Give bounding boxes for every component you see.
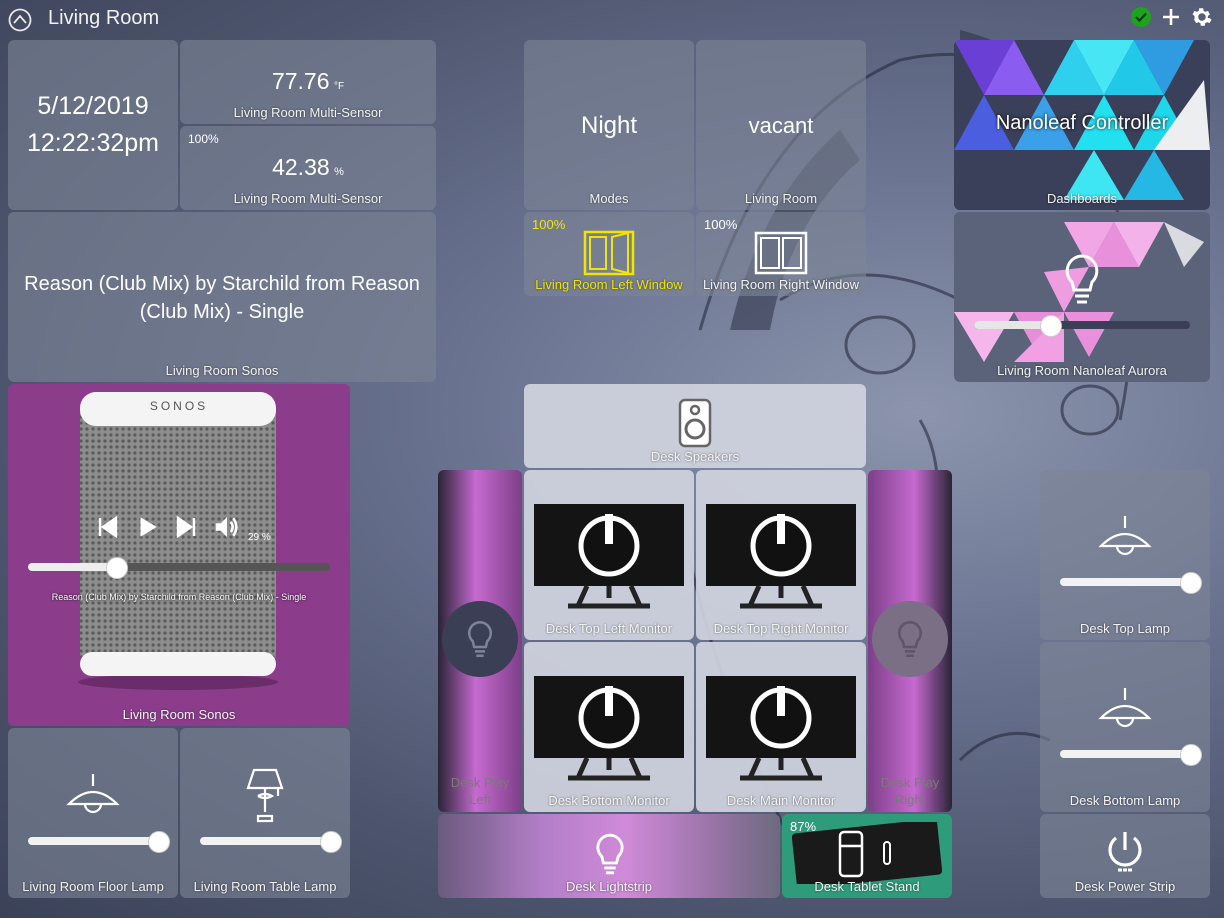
battery-level: 100% [704, 217, 738, 232]
desk-main-monitor-tile[interactable]: Desk Main Monitor [696, 642, 866, 812]
dashboards-tile[interactable]: Nanoleaf Controller Dashboards [954, 40, 1210, 210]
monitor-power-icon [534, 504, 684, 609]
skip-next-icon[interactable] [174, 515, 198, 539]
temperature-label: Living Room Multi-Sensor [233, 105, 383, 120]
modes-tile[interactable]: Night Modes [524, 40, 694, 210]
desk-top-left-monitor-tile[interactable]: Desk Top Left Monitor [524, 470, 694, 640]
desk-tablet-stand-label: Desk Tablet Stand [814, 879, 920, 894]
sonos-player-tile[interactable]: SONOS 29 % Reason (Club Mix) by Starchil… [8, 384, 350, 726]
desk-speakers-label: Desk Speakers [650, 449, 740, 464]
monitor-label: Desk Top Left Monitor [545, 621, 673, 636]
track-title: Reason (Club Mix) by Starchild from Reas… [51, 592, 307, 602]
left-window-sensor-tile[interactable]: 100% Living Room Left Window [524, 212, 694, 296]
check-circle-icon[interactable] [1130, 6, 1152, 28]
power-icon [1108, 832, 1142, 872]
desk-top-lamp-tile[interactable]: Desk Top Lamp [1040, 470, 1210, 640]
right-window-sensor-tile[interactable]: 100% Living Room Right Window [696, 212, 866, 296]
light-bulb-icon [468, 620, 492, 657]
humidity-unit: % [334, 166, 344, 178]
clock-time: 12:22:32pm [26, 129, 160, 157]
home-assistant-icon[interactable] [8, 8, 32, 32]
left-window-label: Living Room Left Window [535, 277, 683, 292]
ceiling-lamp-icon [66, 774, 120, 814]
light-bulb-icon [898, 620, 922, 657]
now-playing-text: Reason (Club Mix) by Starchild from Reas… [24, 273, 420, 323]
humidity-value: 42.38 [272, 154, 330, 180]
temperature-value: 77.76 [271, 68, 330, 94]
desk-power-strip-tile[interactable]: Desk Power Strip [1040, 814, 1210, 898]
monitor-power-icon [534, 676, 684, 781]
now-playing-tile[interactable]: Reason (Club Mix) by Starchild from Reas… [8, 212, 436, 382]
bulb-button[interactable] [442, 601, 518, 677]
modes-label: Modes [589, 191, 629, 206]
presence-label: Living Room [744, 191, 818, 206]
speaker-icon [678, 398, 712, 448]
desk-lightstrip-tile[interactable]: Desk Lightstrip [438, 814, 780, 898]
speaker-brand: SONOS [149, 399, 209, 413]
desk-play-right-label-line2: Right [894, 792, 926, 807]
desk-speakers-tile[interactable]: Desk Speakers [524, 384, 866, 468]
monitor-label: Desk Main Monitor [726, 793, 836, 808]
right-window-label: Living Room Right Window [702, 277, 860, 292]
presence-tile[interactable]: vacant Living Room [696, 40, 866, 210]
table-lamp-tile[interactable]: Living Room Table Lamp [180, 728, 350, 898]
desk-bottom-lamp-tile[interactable]: Desk Bottom Lamp [1040, 642, 1210, 812]
aurora-light-tile[interactable]: Living Room Nanoleaf Aurora [954, 212, 1210, 382]
gear-icon[interactable] [1190, 5, 1214, 29]
dashboard-title: Nanoleaf Controller [995, 112, 1169, 134]
desk-play-left-label-line1: Desk Play [450, 775, 510, 790]
battery-level: 100% [532, 217, 566, 232]
desk-play-right-label-line1: Desk Play [880, 775, 940, 790]
desk-bottom-monitor-tile[interactable]: Desk Bottom Monitor [524, 642, 694, 812]
plus-icon[interactable] [1160, 6, 1182, 28]
now-playing-label: Living Room Sonos [165, 363, 279, 378]
table-lamp-icon [246, 768, 284, 823]
temperature-sensor-tile[interactable]: 77.76 °F Living Room Multi-Sensor [180, 40, 436, 124]
monitor-label: Desk Top Right Monitor [713, 621, 849, 636]
skip-previous-icon[interactable] [96, 515, 120, 539]
monitor-power-icon [706, 504, 856, 609]
play-icon[interactable] [134, 514, 160, 540]
window-closed-icon [754, 231, 808, 275]
table-lamp-label: Living Room Table Lamp [193, 879, 337, 894]
clock-date: 5/12/2019 [37, 92, 149, 120]
desk-power-strip-label: Desk Power Strip [1074, 879, 1176, 894]
top-bar: Living Room [0, 0, 1224, 38]
stylus-icon [883, 841, 891, 865]
floor-lamp-tile[interactable]: Living Room Floor Lamp [8, 728, 178, 898]
monitor-label: Desk Bottom Monitor [548, 793, 670, 808]
aurora-label: Living Room Nanoleaf Aurora [997, 363, 1167, 378]
temperature-unit: °F [333, 81, 345, 92]
clock-tile: 5/12/2019 12:22:32pm [8, 40, 178, 210]
light-bulb-icon [596, 833, 624, 875]
sonos-player-label: Living Room Sonos [122, 707, 236, 722]
monitor-power-icon [706, 676, 856, 781]
window-open-icon [583, 230, 635, 276]
ceiling-lamp-icon [1098, 516, 1152, 556]
desk-top-lamp-label: Desk Top Lamp [1079, 621, 1171, 636]
desk-play-left-label-line2: Left [469, 792, 491, 807]
desk-top-right-monitor-tile[interactable]: Desk Top Right Monitor [696, 470, 866, 640]
plug-icon [838, 830, 864, 878]
desk-play-right-tile[interactable]: Desk Play Right [868, 470, 952, 812]
floor-lamp-label: Living Room Floor Lamp [22, 879, 164, 894]
presence-value: vacant [748, 113, 814, 138]
tablet-image [792, 822, 942, 884]
ceiling-lamp-icon [1098, 688, 1152, 728]
humidity-sensor-tile[interactable]: 100% 42.38 % Living Room Multi-Sensor [180, 126, 436, 210]
humidity-label: Living Room Multi-Sensor [233, 191, 383, 206]
dashboards-label: Dashboards [1046, 191, 1118, 206]
light-bulb-icon [1065, 254, 1099, 304]
page-title: Living Room [48, 7, 160, 29]
mode-value: Night [580, 112, 638, 139]
volume-icon[interactable] [212, 512, 242, 542]
desk-bottom-lamp-label: Desk Bottom Lamp [1069, 793, 1181, 808]
volume-level: 29 % [248, 532, 271, 543]
desk-tablet-stand-tile[interactable]: 87% Desk Tablet Stand [782, 814, 952, 898]
desk-play-left-tile[interactable]: Desk Play Left [438, 470, 522, 812]
bulb-button[interactable] [872, 601, 948, 677]
desk-lightstrip-label: Desk Lightstrip [566, 879, 652, 894]
battery-level: 100% [188, 132, 219, 146]
